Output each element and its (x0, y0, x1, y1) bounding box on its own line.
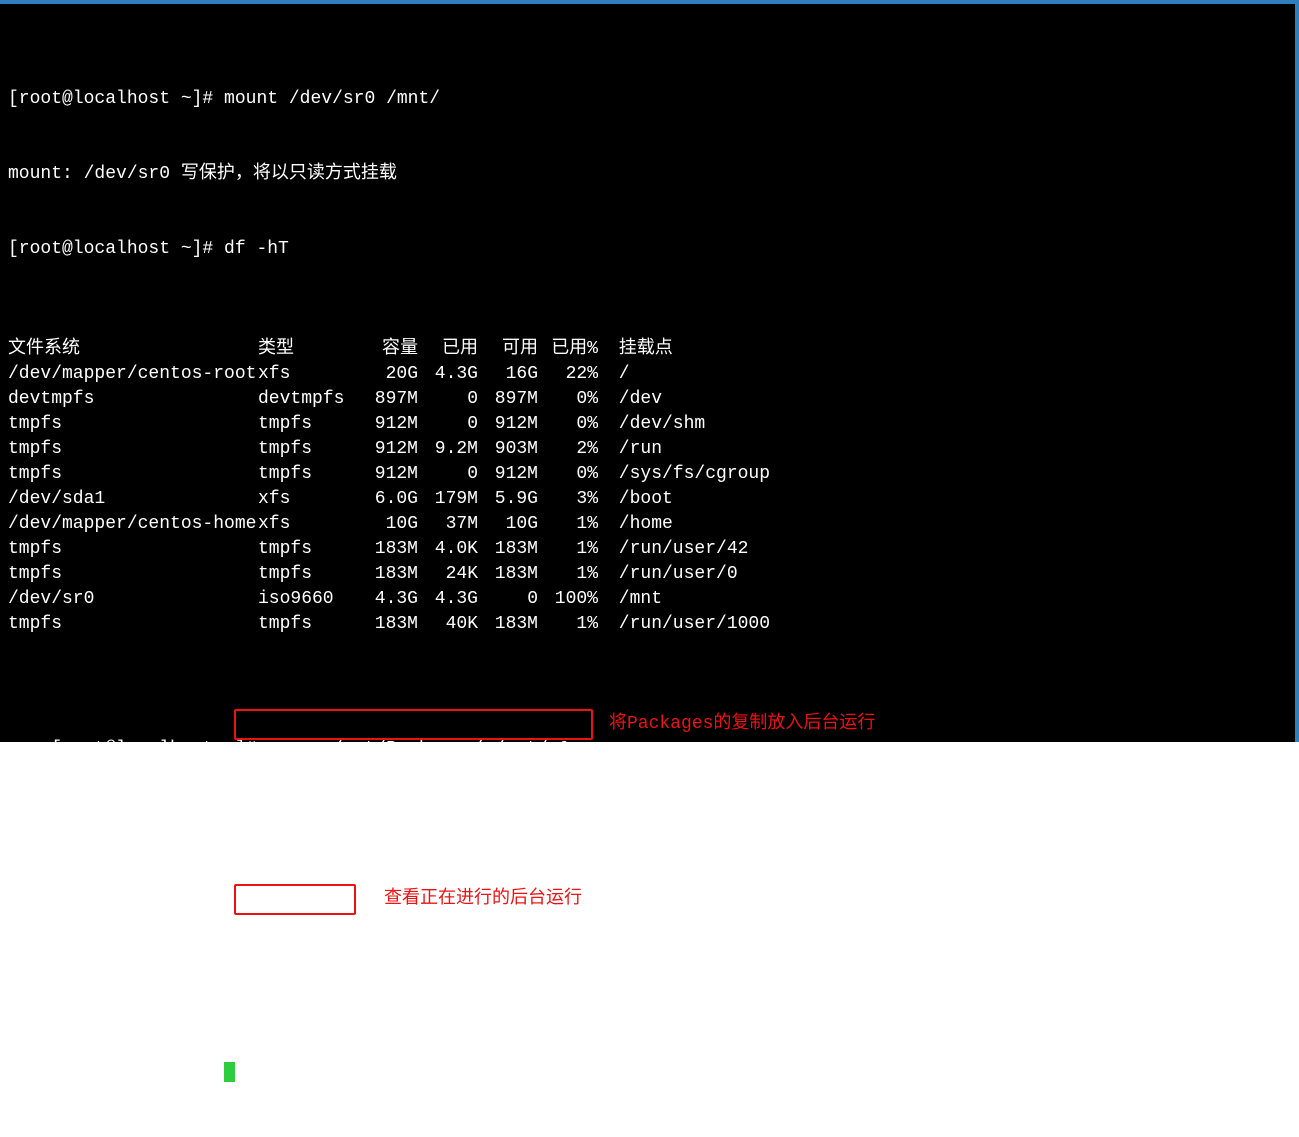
df-row: tmpfstmpfs912M0912M0% /sys/fs/cgroup (8, 462, 1295, 487)
prompt: [root@localhost ~]# (8, 239, 224, 259)
df-row: tmpfstmpfs183M24K183M1% /run/user/0 (8, 562, 1295, 587)
output-text: [1] 42432 (8, 789, 105, 809)
annotation-cp: 将Packages的复制放入后台运行 (609, 712, 875, 737)
terminal-line: mount: /dev/sr0 写保护，将以只读方式挂载 (8, 162, 1295, 187)
prompt: [root@localhost ~]# (51, 914, 267, 934)
terminal-line: [1] 42432 (8, 787, 1295, 812)
df-row: tmpfstmpfs183M40K183M1% /run/user/1000 (8, 612, 1295, 637)
command-text: df -hT (224, 239, 289, 259)
df-row: /dev/mapper/centos-rootxfs20G4.3G16G22% … (8, 362, 1295, 387)
df-row: tmpfstmpfs912M9.2M903M2% /run (8, 437, 1295, 462)
df-row: tmpfstmpfs183M4.0K183M1% /run/user/42 (8, 537, 1295, 562)
output-text: cp -i -r /mnt/Packages/ /opt/ & (388, 964, 723, 984)
terminal-line: [root@localhost ~]# cp -r /mnt/Packages/… (8, 712, 1295, 737)
df-row: tmpfstmpfs912M0912M0% /dev/shm (8, 412, 1295, 437)
cursor (224, 1062, 235, 1082)
df-output-table: 文件系统类型容量已用可用已用% 挂载点/dev/mapper/centos-ro… (8, 337, 1295, 637)
df-row: /dev/mapper/centos-homexfs10G37M10G1% /h… (8, 512, 1295, 537)
command-text: jobs -l (267, 914, 343, 934)
prompt: [root@localhost ~]# (8, 1065, 224, 1085)
terminal-line: [1]+ 42432 运行中cp -i -r /mnt/Packages/ /o… (8, 962, 1295, 987)
df-row: /dev/sda1xfs6.0G179M5.9G3% /boot (8, 487, 1295, 512)
terminal-line: [root@localhost ~]# jobs -l 查看正在进行的后台运行 (8, 887, 1295, 912)
terminal-line: [root@localhost ~]# mount /dev/sr0 /mnt/ (8, 87, 1295, 112)
highlight-box-jobs (234, 884, 356, 915)
terminal-line: [root@localhost ~]# df -hT (8, 237, 1295, 262)
prompt: [root@localhost ~]# (51, 739, 267, 759)
output-text: mount: /dev/sr0 写保护，将以只读方式挂载 (8, 164, 397, 184)
output-text: [1]+ 42432 运行中 (8, 962, 388, 987)
annotation-jobs: 查看正在进行的后台运行 (384, 887, 582, 912)
terminal-line: [root@localhost ~]# (8, 1062, 1295, 1087)
df-row: /dev/sr0iso96604.3G4.3G0100% /mnt (8, 587, 1295, 612)
terminal-window[interactable]: [root@localhost ~]# mount /dev/sr0 /mnt/… (0, 0, 1299, 742)
prompt: [root@localhost ~]# (8, 89, 224, 109)
df-row: devtmpfsdevtmpfs897M0897M0% /dev (8, 387, 1295, 412)
command-text: mount /dev/sr0 /mnt/ (224, 89, 440, 109)
df-header-row: 文件系统类型容量已用可用已用% 挂载点 (8, 337, 1295, 362)
command-text: cp -r /mnt/Packages/ /opt/ & (267, 739, 569, 759)
highlight-box-cp (234, 709, 593, 740)
